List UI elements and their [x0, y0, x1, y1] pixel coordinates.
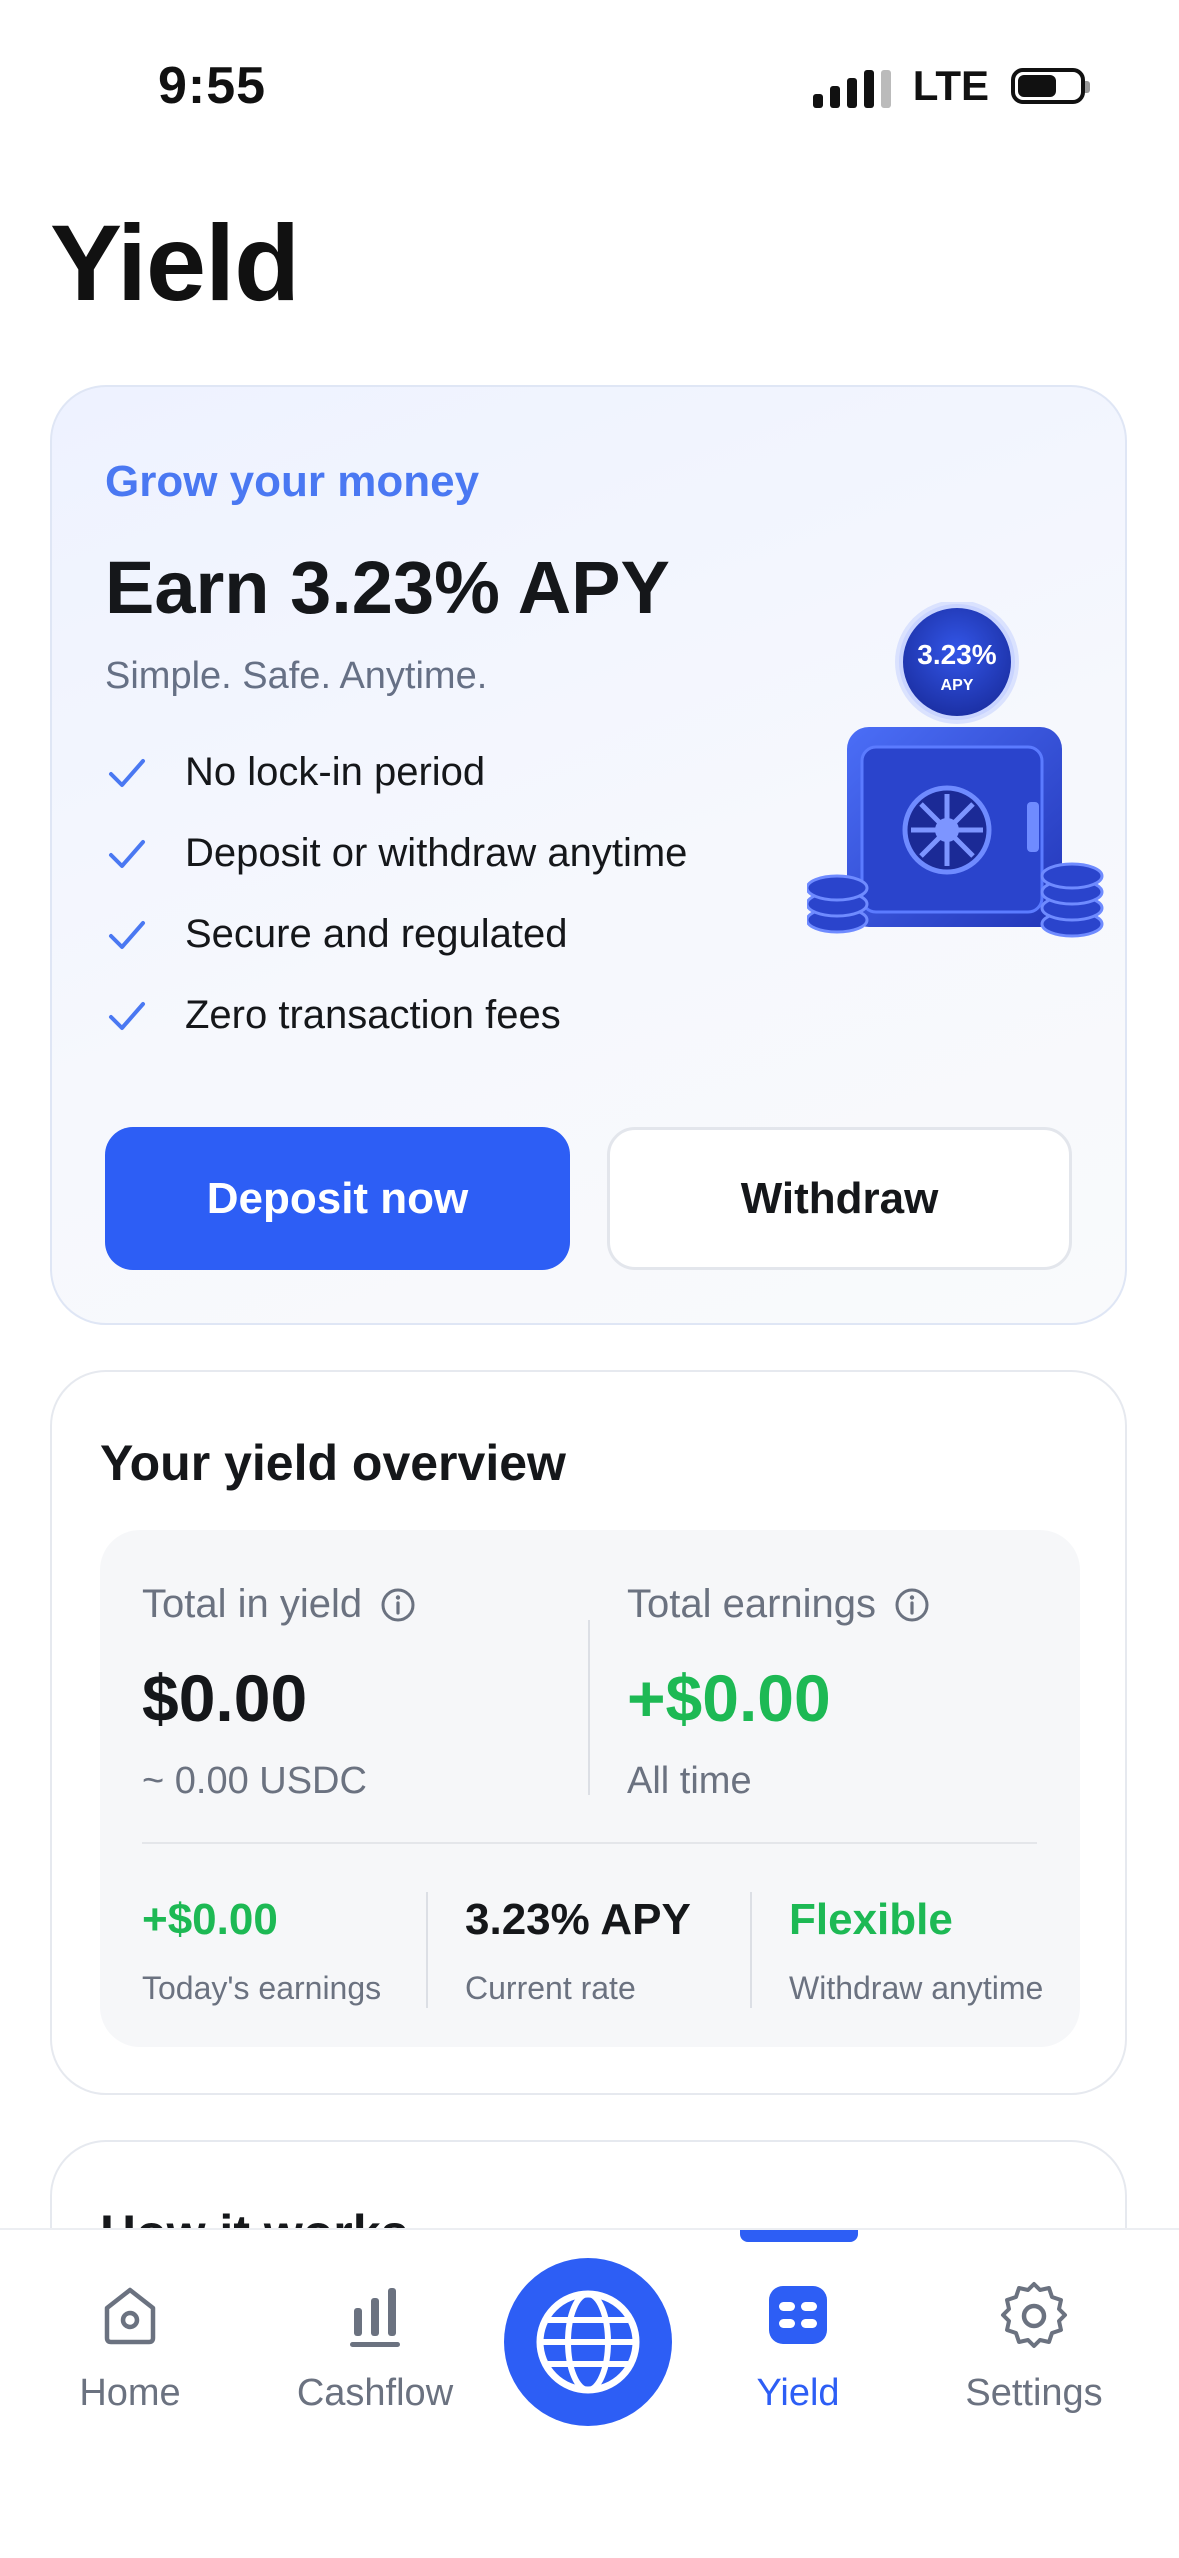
current-rate-label: Current rate [465, 1970, 636, 2006]
earn-card: Grow your money Earn 3.23% APY Simple. S… [50, 385, 1127, 1325]
divider [426, 1892, 428, 2008]
gear-icon [999, 2280, 1069, 2350]
overview-stats-panel: Total in yield $0.00 ~ 0.00 USDC Total e… [100, 1530, 1080, 2047]
tab-settings-label: Settings [965, 2372, 1103, 2414]
safe-illustration: 3.23% APY [807, 602, 1104, 938]
feature-label: No lock-in period [185, 750, 486, 794]
total-earnings-label: Total earnings [627, 1582, 930, 1627]
feature-label: Secure and regulated [185, 912, 568, 956]
total-earnings-value: +$0.00 [627, 1661, 831, 1735]
tab-yield-label: Yield [756, 2372, 840, 2414]
apy-badge-label: APY [941, 677, 974, 694]
battery-icon [1011, 68, 1090, 104]
divider [750, 1892, 752, 2008]
total-in-yield-text: Total in yield [142, 1582, 363, 1626]
check-icon [105, 832, 149, 876]
total-earnings-period: All time [627, 1760, 752, 1802]
yield-icon [763, 2280, 833, 2350]
apy-badge-rate: 3.23% [917, 639, 996, 670]
total-in-yield-value: $0.00 [142, 1661, 308, 1735]
feature-item: Secure and regulated [105, 894, 687, 975]
center-action-button[interactable] [504, 2258, 672, 2426]
flexible-value: Flexible [789, 1895, 953, 1944]
divider [142, 1842, 1037, 1844]
todays-earnings-value: +$0.00 [142, 1895, 278, 1944]
check-icon [105, 994, 149, 1038]
tab-home-label: Home [79, 2372, 181, 2414]
earn-title: Earn 3.23% APY [105, 546, 670, 629]
status-indicators: LTE [812, 62, 1090, 110]
total-earnings-text: Total earnings [627, 1582, 877, 1626]
check-icon [105, 913, 149, 957]
feature-label: Zero transaction fees [185, 993, 561, 1037]
feature-item: No lock-in period [105, 732, 687, 813]
check-icon [105, 751, 149, 795]
feature-item: Deposit or withdraw anytime [105, 813, 687, 894]
divider [588, 1620, 590, 1795]
signal-icon [812, 64, 891, 108]
tab-home[interactable]: Home [30, 2280, 230, 2415]
info-icon[interactable] [380, 1587, 416, 1623]
tab-bar: Home Cashflow Yield Settings [0, 2228, 1179, 2558]
yield-overview-card: Your yield overview Total in yield $0.00… [50, 1370, 1127, 2095]
flexible-label: Withdraw anytime [789, 1970, 1044, 2006]
globe-icon [536, 2290, 640, 2394]
earn-subtitle: Simple. Safe. Anytime. [105, 655, 488, 697]
total-in-yield-label: Total in yield [142, 1582, 416, 1627]
feature-label: Deposit or withdraw anytime [185, 831, 688, 875]
feature-item: Zero transaction fees [105, 975, 687, 1056]
earn-eyebrow: Grow your money [105, 457, 480, 506]
todays-earnings-label: Today's earnings [142, 1970, 382, 2006]
tab-cashflow[interactable]: Cashflow [275, 2280, 475, 2415]
network-label: LTE [912, 62, 989, 109]
total-in-yield-usdc: ~ 0.00 USDC [142, 1760, 367, 1802]
current-rate-value: 3.23% APY [465, 1895, 691, 1944]
deposit-now-button[interactable]: Deposit now [105, 1127, 570, 1270]
tab-cashflow-label: Cashflow [296, 2372, 454, 2414]
overview-title: Your yield overview [100, 1435, 566, 1491]
info-icon[interactable] [894, 1587, 930, 1623]
tab-settings[interactable]: Settings [934, 2280, 1134, 2415]
tab-yield[interactable]: Yield [698, 2280, 898, 2415]
feature-list: No lock-in period Deposit or withdraw an… [105, 732, 687, 1056]
home-icon [95, 2280, 165, 2350]
withdraw-button[interactable]: Withdraw [607, 1127, 1072, 1270]
bar-chart-icon [340, 2280, 410, 2350]
status-time: 9:55 [158, 57, 267, 115]
active-tab-indicator [740, 2230, 858, 2242]
page-title: Yield [50, 202, 300, 323]
